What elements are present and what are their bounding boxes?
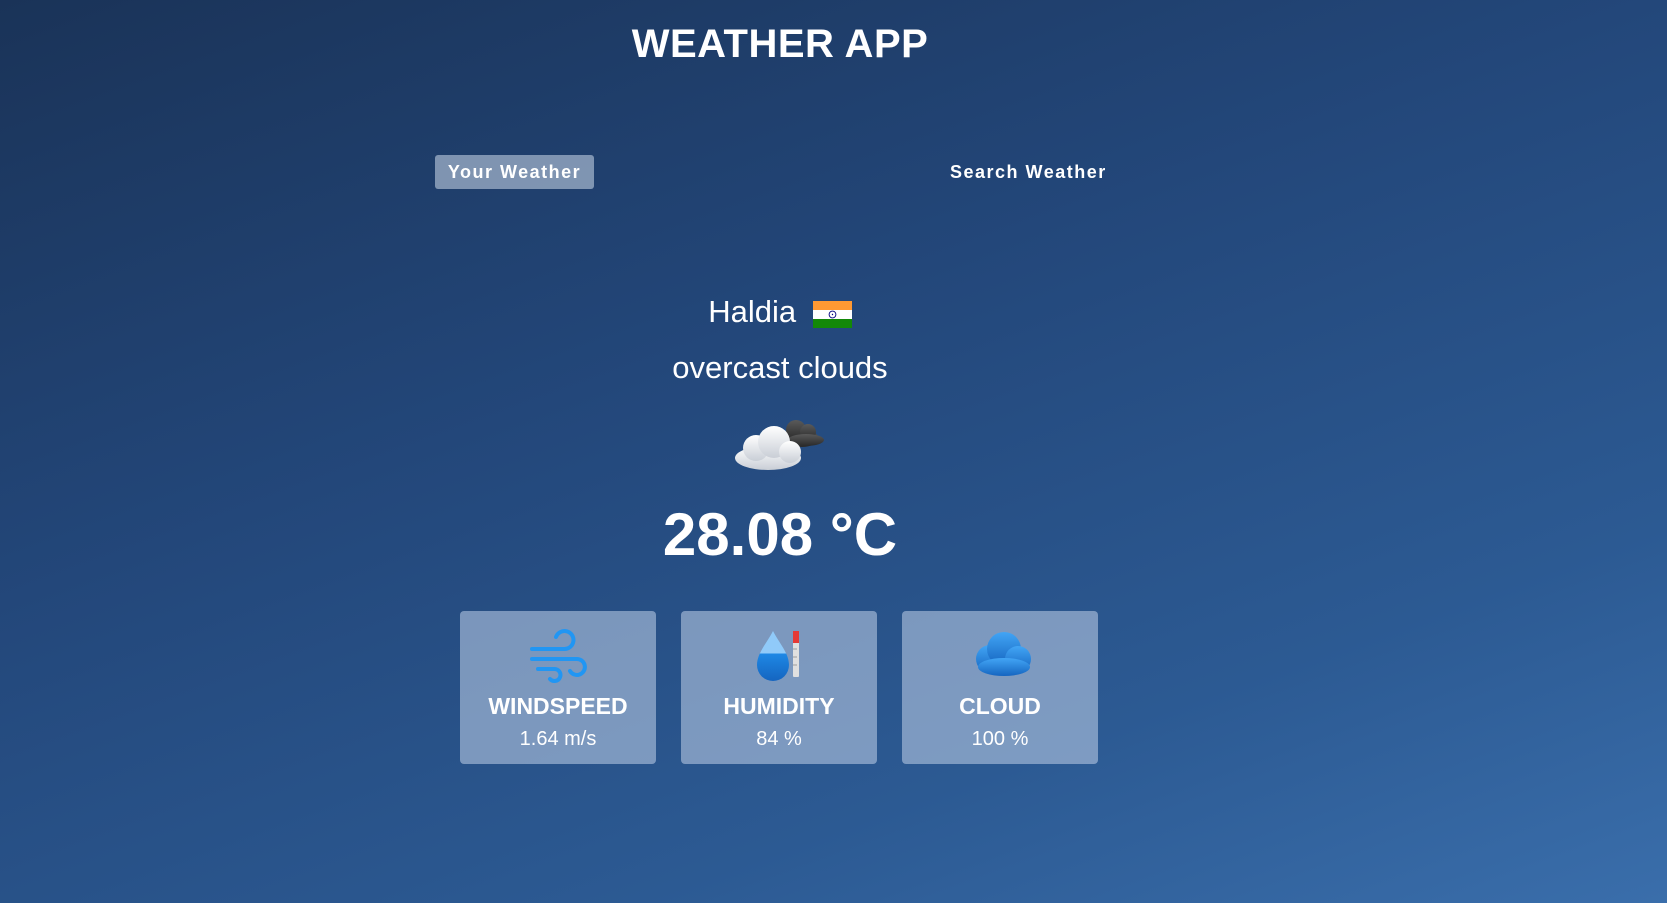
india-flag-icon: [812, 298, 852, 329]
humidity-label: HUMIDITY: [723, 693, 835, 719]
humidity-card: HUMIDITY 84 %: [681, 611, 877, 764]
humidity-icon: [749, 625, 809, 685]
cloud-value: 100 %: [971, 728, 1029, 750]
cloud-icon: [970, 625, 1031, 685]
humidity-value: 84 %: [756, 728, 802, 750]
cloud-card: CLOUD 100 %: [902, 611, 1098, 764]
wind-icon: [528, 625, 588, 685]
windspeed-card: WINDSPEED 1.64 m/s: [460, 611, 656, 764]
tab-bar: Your Weather Search Weather: [0, 155, 1667, 189]
weather-description: overcast clouds: [672, 350, 888, 385]
cloud-label: CLOUD: [959, 693, 1041, 719]
city-name: Haldia: [708, 293, 797, 329]
tab-search-weather[interactable]: Search Weather: [940, 155, 1117, 189]
windspeed-value: 1.64 m/s: [519, 728, 597, 750]
overcast-clouds-icon: [730, 412, 830, 476]
temperature: 28.08 °C: [662, 501, 898, 568]
tab-your-weather[interactable]: Your Weather: [435, 155, 594, 189]
app-title: WEATHER APP: [631, 22, 929, 66]
windspeed-label: WINDSPEED: [488, 693, 628, 719]
location-row: Haldia: [0, 290, 1560, 330]
